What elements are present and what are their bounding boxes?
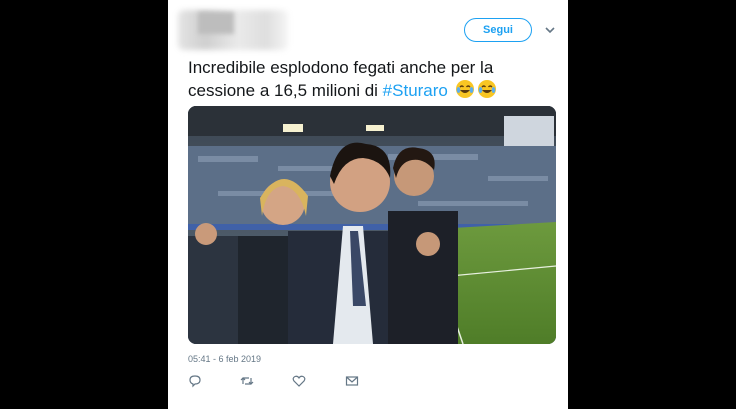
stadium-photo bbox=[188, 106, 556, 344]
tweet-actions bbox=[188, 374, 388, 390]
follow-button[interactable]: Segui bbox=[464, 18, 532, 42]
blurred-avatar[interactable] bbox=[198, 12, 234, 34]
reply-icon[interactable] bbox=[188, 374, 202, 388]
tears-of-joy-emoji bbox=[455, 80, 474, 98]
chevron-down-icon[interactable] bbox=[544, 24, 556, 36]
heart-icon[interactable] bbox=[292, 374, 306, 388]
tweet-photo[interactable] bbox=[188, 106, 556, 344]
retweet-icon[interactable] bbox=[240, 374, 254, 388]
tweet-card: Segui Incredibile esplodono fegati anche… bbox=[168, 0, 568, 409]
tweet-timestamp[interactable]: 05:41 - 6 feb 2019 bbox=[188, 354, 261, 364]
message-icon[interactable] bbox=[345, 374, 359, 388]
tears-of-joy-emoji bbox=[477, 80, 496, 98]
tweet-text: Incredibile esplodono fegati anche per l… bbox=[188, 56, 558, 102]
hashtag-link[interactable]: #Sturaro bbox=[383, 81, 448, 100]
tweet-body: Incredibile esplodono fegati anche per l… bbox=[188, 58, 494, 100]
